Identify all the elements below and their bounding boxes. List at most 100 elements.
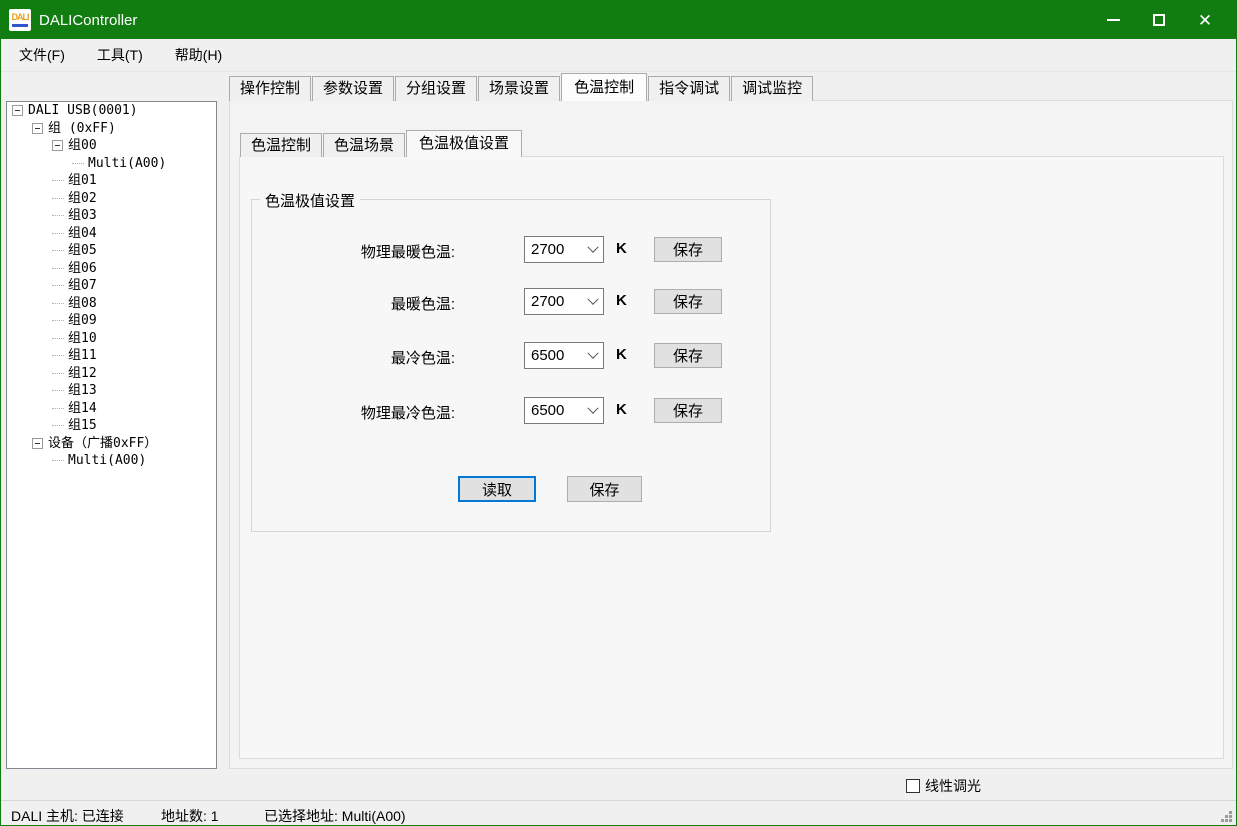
resize-grip[interactable]: [1218, 808, 1232, 822]
window-title: DALIController: [39, 12, 1090, 29]
tree-connector: [52, 285, 64, 286]
chevron-down-icon[interactable]: [583, 289, 603, 314]
read-button[interactable]: 读取: [458, 476, 536, 502]
tree-item[interactable]: 组06: [7, 260, 216, 278]
tree-item[interactable]: 组10: [7, 330, 216, 348]
tree-item[interactable]: 组14: [7, 400, 216, 418]
unit-label: K: [616, 401, 627, 418]
linear-dimming-checkbox[interactable]: 线性调光: [906, 776, 981, 796]
tree-item[interactable]: 组12: [7, 365, 216, 383]
cct-value-combobox[interactable]: 2700: [524, 236, 604, 263]
tree-connector: [52, 338, 64, 339]
row-save-button[interactable]: 保存: [654, 237, 722, 262]
sub-tab-2[interactable]: 色温极值设置: [406, 130, 522, 157]
tree-connector: [52, 355, 64, 356]
minimize-button[interactable]: [1090, 1, 1136, 39]
tree-connector: [52, 373, 64, 374]
combobox-value: 6500: [525, 402, 583, 419]
unit-label: K: [616, 292, 627, 309]
close-button[interactable]: ✕: [1182, 1, 1228, 39]
cct-value-combobox[interactable]: 6500: [524, 397, 604, 424]
tree-item[interactable]: DALI USB(0001): [7, 102, 216, 120]
main-tab-0[interactable]: 操作控制: [229, 76, 311, 101]
maximize-icon: [1153, 14, 1165, 26]
cct-row-label: 最暖色温:: [391, 293, 455, 314]
cct-form-row: 物理最暖色温:2700K保存: [252, 236, 770, 264]
tree-collapse-icon[interactable]: [32, 438, 43, 449]
main-tab-1[interactable]: 参数设置: [312, 76, 394, 101]
device-tree[interactable]: DALI USB(0001)组 (0xFF)组00Multi(A00)组01组0…: [6, 101, 217, 769]
tree-item-label: 组15: [68, 417, 97, 434]
status-host: DALI 主机: 已连接: [11, 806, 124, 826]
tree-connector: [52, 268, 64, 269]
tree-item[interactable]: Multi(A00): [7, 155, 216, 173]
minimize-icon: [1107, 19, 1120, 21]
chevron-down-icon[interactable]: [583, 398, 603, 423]
tree-item-label: 设备（广播0xFF）: [48, 435, 157, 452]
checkbox-label: 线性调光: [925, 776, 981, 796]
cct-value-combobox[interactable]: 6500: [524, 342, 604, 369]
tree-item[interactable]: 组09: [7, 312, 216, 330]
menu-item-1[interactable]: 工具(T): [83, 39, 157, 71]
cct-extremes-groupbox: 色温极值设置 物理最暖色温:2700K保存最暖色温:2700K保存最冷色温:65…: [251, 199, 771, 532]
checkbox-icon[interactable]: [906, 779, 920, 793]
tree-item-label: 组06: [68, 260, 97, 277]
tree-item-label: 组14: [68, 400, 97, 417]
tree-item[interactable]: 组00: [7, 137, 216, 155]
tree-connector: [52, 180, 64, 181]
tree-item-label: 组05: [68, 242, 97, 259]
cct-form-row: 最暖色温: 2700 K 保存: [252, 288, 770, 316]
tree-item[interactable]: Multi(A00): [7, 452, 216, 470]
row-save-button[interactable]: 保存: [654, 343, 722, 368]
tree-collapse-icon[interactable]: [52, 140, 63, 151]
tree-item-label: 组 (0xFF): [48, 120, 116, 137]
main-tab-2[interactable]: 分组设置: [395, 76, 477, 101]
tree-item[interactable]: 组01: [7, 172, 216, 190]
tree-item[interactable]: 组11: [7, 347, 216, 365]
main-tabstrip: 操作控制参数设置分组设置场景设置色温控制指令调试调试监控: [229, 73, 814, 101]
menu-item-0[interactable]: 文件(F): [5, 39, 79, 71]
cct-value-combobox[interactable]: 2700: [524, 288, 604, 315]
app-icon-underline: [12, 24, 28, 27]
main-tab-3[interactable]: 场景设置: [478, 76, 560, 101]
tree-item[interactable]: 组07: [7, 277, 216, 295]
tree-item[interactable]: 组02: [7, 190, 216, 208]
tree-item[interactable]: 组03: [7, 207, 216, 225]
tree-item[interactable]: 组15: [7, 417, 216, 435]
main-tab-4[interactable]: 色温控制: [561, 73, 647, 101]
tree-collapse-icon[interactable]: [32, 123, 43, 134]
close-icon: ✕: [1198, 12, 1212, 29]
tree-item-label: 组08: [68, 295, 97, 312]
tree-item-label: Multi(A00): [68, 452, 146, 469]
combobox-value: 2700: [525, 293, 583, 310]
main-tab-5[interactable]: 指令调试: [648, 76, 730, 101]
tree-item[interactable]: 组 (0xFF): [7, 120, 216, 138]
menu-item-2[interactable]: 帮助(H): [161, 39, 236, 71]
chevron-down-icon[interactable]: [583, 237, 603, 262]
main-tab-6[interactable]: 调试监控: [731, 76, 813, 101]
sub-tab-1[interactable]: 色温场景: [323, 133, 405, 157]
tree-item[interactable]: 设备（广播0xFF）: [7, 435, 216, 453]
tree-item[interactable]: 组05: [7, 242, 216, 260]
row-save-button[interactable]: 保存: [654, 289, 722, 314]
tree-collapse-icon[interactable]: [12, 105, 23, 116]
tree-item-label: 组04: [68, 225, 97, 242]
sub-tab-page: 色温极值设置 物理最暖色温:2700K保存最暖色温:2700K保存最冷色温:65…: [239, 156, 1224, 759]
tree-item[interactable]: 组13: [7, 382, 216, 400]
chevron-down-icon[interactable]: [583, 343, 603, 368]
row-save-button[interactable]: 保存: [654, 398, 722, 423]
tree-item[interactable]: 组04: [7, 225, 216, 243]
tree-item[interactable]: 组08: [7, 295, 216, 313]
tree-connector: [52, 215, 64, 216]
sub-tab-0[interactable]: 色温控制: [240, 133, 322, 157]
status-selected-address: 已选择地址: Multi(A00): [264, 806, 406, 826]
dali-controller-window: { "window": { "title": "DALIController",…: [0, 0, 1237, 826]
maximize-button[interactable]: [1136, 1, 1182, 39]
tree-item-label: 组11: [68, 347, 97, 364]
tree-connector: [52, 408, 64, 409]
tree-item-label: 组07: [68, 277, 97, 294]
save-all-button[interactable]: 保存: [567, 476, 642, 502]
combobox-value: 6500: [525, 347, 583, 364]
tree-item-label: DALI USB(0001): [28, 102, 138, 119]
tree-connector: [52, 250, 64, 251]
